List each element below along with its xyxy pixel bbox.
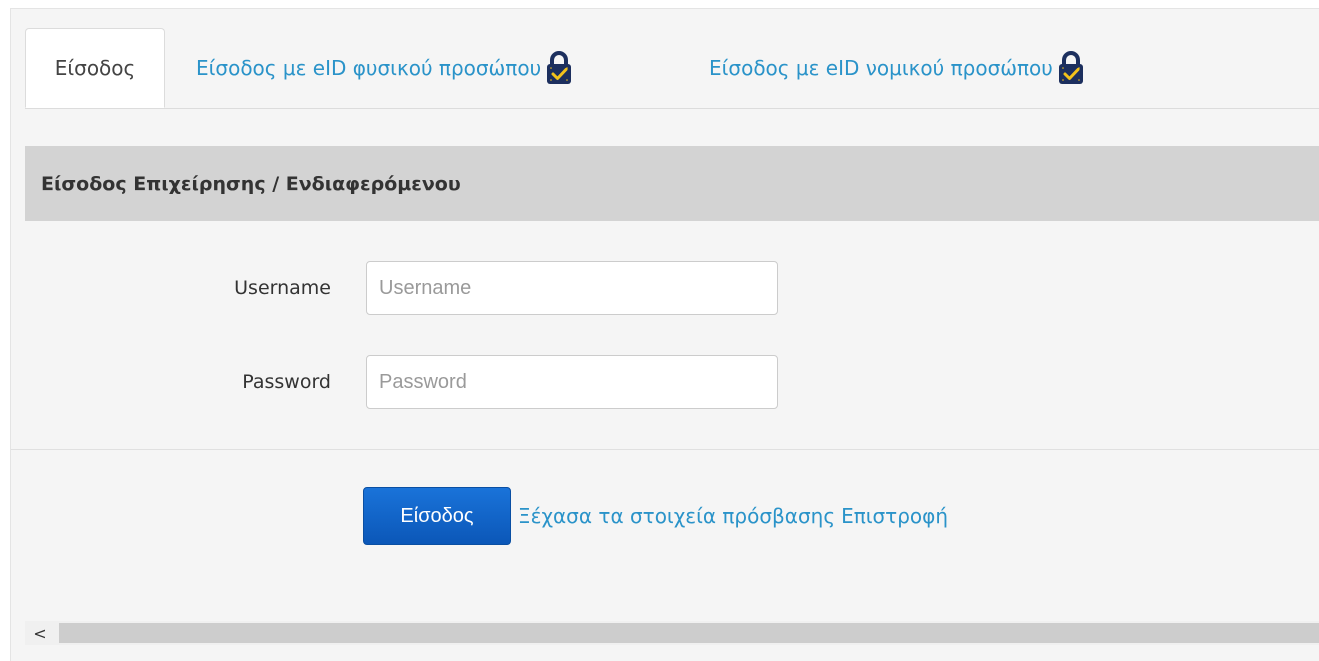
page: Είσοδος Είσοδος με eID φυσικού προσώπου … xyxy=(0,0,1319,661)
username-input[interactable] xyxy=(366,261,778,315)
padlock-check-icon xyxy=(547,50,572,84)
tab-eid-legal-label: Είσοδος με eID νομικού προσώπου xyxy=(709,55,1053,80)
horizontal-scrollbar[interactable]: < xyxy=(25,621,1319,645)
padlock-check-icon xyxy=(1058,50,1083,84)
password-label: Password xyxy=(242,371,331,393)
tab-eid-legal-person[interactable]: Είσοδος με eID νομικού προσώπου xyxy=(709,28,1085,107)
login-panel: Είσοδος Είσοδος με eID φυσικού προσώπου … xyxy=(10,8,1319,661)
forgot-credentials-link[interactable]: Ξέχασα τα στοιχεία πρόσβασης xyxy=(518,504,835,528)
tab-eid-natural-label: Είσοδος με eID φυσικού προσώπου xyxy=(196,55,542,80)
username-label: Username xyxy=(234,277,331,299)
login-button[interactable]: Είσοδος xyxy=(363,487,511,545)
tab-login[interactable]: Είσοδος xyxy=(25,28,165,108)
tab-eid-natural-person[interactable]: Είσοδος με eID φυσικού προσώπου xyxy=(196,28,573,107)
section-title: Είσοδος Επιχείρησης / Ενδιαφερόμενου xyxy=(41,172,461,195)
username-row: Username xyxy=(11,261,1011,317)
tab-login-label: Είσοδος xyxy=(54,56,136,80)
password-input[interactable] xyxy=(366,355,778,409)
section-heading-bar: Είσοδος Επιχείρησης / Ενδιαφερόμενου xyxy=(25,146,1319,221)
form-actions: Είσοδος Ξέχασα τα στοιχεία πρόσβασης Επι… xyxy=(363,487,948,545)
scroll-thumb[interactable] xyxy=(59,623,1319,643)
scroll-left-arrow-icon[interactable]: < xyxy=(25,621,55,645)
back-link[interactable]: Επιστροφή xyxy=(841,504,948,528)
form-divider xyxy=(11,449,1319,450)
login-tabs: Είσοδος Είσοδος με eID φυσικού προσώπου … xyxy=(25,28,1319,109)
password-row: Password xyxy=(11,355,1011,411)
